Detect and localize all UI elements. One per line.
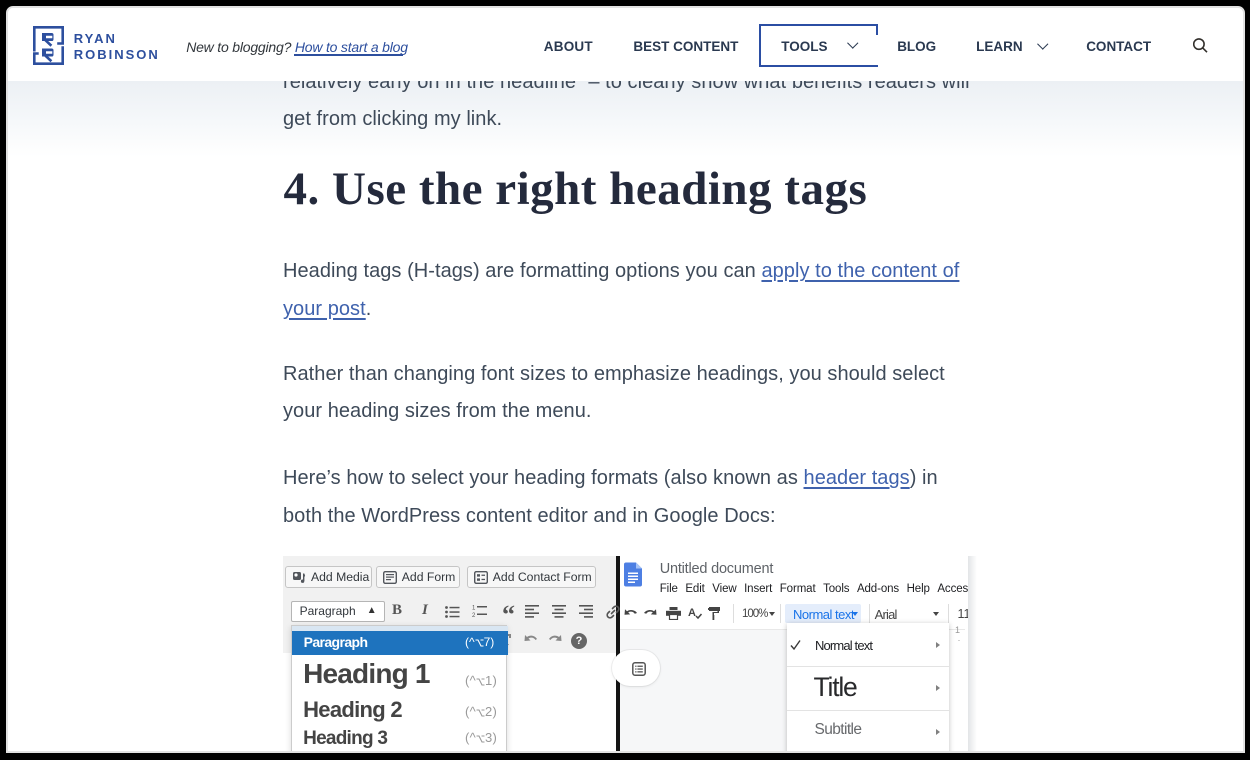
svg-text:1: 1 xyxy=(472,606,476,612)
svg-text:A: A xyxy=(688,607,696,619)
svg-text:2: 2 xyxy=(472,613,476,619)
